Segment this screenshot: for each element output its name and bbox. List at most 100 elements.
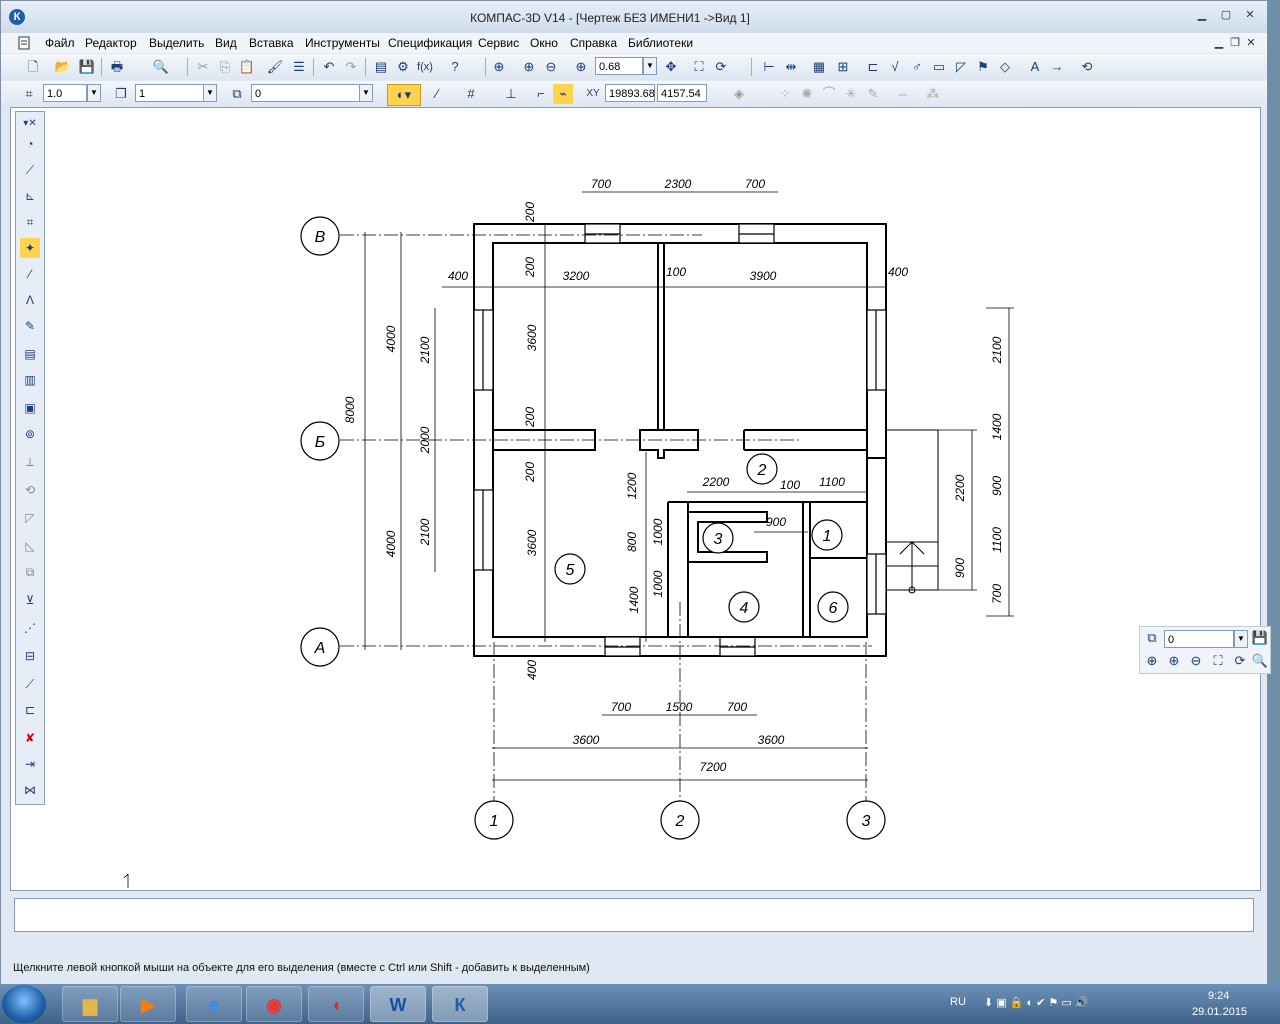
menu-tools[interactable]: Инструменты — [305, 36, 380, 50]
inactive-mirror-icon[interactable]: ⇔ — [893, 84, 913, 104]
grid-icon[interactable]: # — [461, 84, 481, 104]
open-folder-icon[interactable]: 📂 — [53, 57, 73, 77]
property-panel[interactable] — [14, 898, 1254, 932]
local-cs-icon[interactable]: ⊥ — [501, 84, 521, 104]
measure-icon[interactable]: ⁄ — [20, 264, 40, 284]
word-app[interactable]: W — [370, 986, 426, 1022]
refresh-view-icon[interactable]: ⟳ — [711, 57, 731, 77]
parametrization-icon[interactable]: ✦ — [20, 238, 40, 258]
insert-view-icon[interactable]: ⊻ — [20, 590, 40, 610]
doc-minimize-button[interactable]: ▁ — [1211, 36, 1227, 49]
sheet-icon[interactable]: ▥ — [20, 370, 40, 390]
snap-point-icon[interactable]: ⌗ — [19, 84, 39, 104]
text-icon[interactable]: A — [1025, 57, 1045, 77]
zoom-dropdown[interactable]: ▼ — [643, 57, 657, 75]
close-button[interactable]: ✕ — [1239, 7, 1261, 23]
drawing-canvas[interactable]: В Б А 1 2 3 1 2 3 4 5 6 700 2300 700 400… — [10, 107, 1271, 891]
layer-dropdown[interactable]: ▼ — [359, 84, 373, 102]
line-style-input[interactable]: 1.0 — [43, 84, 87, 102]
preview-icon[interactable]: 🔍 — [151, 57, 171, 77]
dimensions-icon[interactable]: ⟋ — [20, 160, 40, 180]
ie-app[interactable]: e — [186, 986, 242, 1022]
save-icon[interactable]: 💾 — [77, 57, 97, 77]
line-tool-icon[interactable]: ⋰ — [20, 618, 40, 638]
polyline-icon[interactable]: ⟋ — [20, 674, 40, 694]
edit-icon[interactable]: ⌗ — [20, 212, 40, 232]
app-red[interactable]: ◖ — [308, 986, 364, 1022]
doc-restore-button[interactable]: ❐ — [1227, 36, 1243, 49]
table-icon[interactable]: ▣ — [20, 398, 40, 418]
dimension-tool-icon[interactable]: ⊢ — [759, 57, 779, 77]
grid-table-icon[interactable]: ▦ — [809, 57, 829, 77]
menu-editor[interactable]: Редактор — [85, 36, 137, 50]
hatch-icon[interactable]: ⊟ — [20, 646, 40, 666]
align-icon[interactable]: ⊏ — [863, 57, 883, 77]
variables-icon[interactable]: ⚙ — [393, 57, 413, 77]
pan-icon[interactable]: ✥ — [661, 57, 681, 77]
explorer-app[interactable]: ▆ — [62, 986, 118, 1022]
layers-icon[interactable]: ⧉ — [1142, 628, 1162, 648]
panel-zoom-window-icon[interactable]: ⊕ — [1142, 651, 1162, 671]
ortho-icon[interactable]: ⌐ — [531, 84, 551, 104]
inactive-dots-icon[interactable]: ⁘ — [775, 84, 795, 104]
local-snap-icon[interactable]: ⁄ — [427, 84, 447, 104]
copy-icon[interactable]: ⎘ — [215, 57, 235, 77]
geometry-icon[interactable]: ◔ — [20, 134, 40, 154]
collapse-toolbar-icon[interactable]: ▾✕ — [20, 114, 40, 134]
cut-icon[interactable]: ✂ — [193, 57, 213, 77]
panel-layer-dropdown[interactable]: ▼ — [1234, 630, 1248, 648]
language-indicator[interactable]: RU — [950, 996, 966, 1008]
paste-icon[interactable]: 📋 — [237, 57, 257, 77]
fragment-icon[interactable]: ⊚ — [20, 424, 40, 444]
report-icon[interactable]: ▤ — [20, 344, 40, 364]
fx-icon[interactable]: f(x) — [415, 57, 435, 77]
inactive-sun-icon[interactable]: ✺ — [797, 84, 817, 104]
minimize-button[interactable]: ▁ — [1191, 7, 1213, 23]
layers-icon[interactable]: ⧉ — [227, 84, 247, 104]
undo-icon[interactable]: ↶ — [319, 57, 339, 77]
view-number-input[interactable]: 1 — [135, 84, 205, 102]
select-icon[interactable]: Λ — [20, 290, 40, 310]
section-icon[interactable]: ◸ — [20, 508, 40, 528]
round-icon[interactable]: ⌁ — [553, 84, 573, 104]
zoom-scale-icon[interactable]: ⊕ — [571, 57, 591, 77]
panel-layer-input[interactable]: 0 — [1164, 630, 1234, 648]
menu-insert[interactable]: Вставка — [249, 36, 294, 50]
menu-window[interactable]: Окно — [530, 36, 558, 50]
arrow-icon[interactable]: → — [1047, 57, 1067, 77]
attribute-icon[interactable]: ⟂ — [20, 452, 40, 472]
snap-magnet-icon[interactable]: ◐▾ — [387, 84, 421, 106]
view-icon[interactable]: ❐ — [111, 84, 131, 104]
menu-file[interactable]: Файл — [45, 36, 75, 50]
new-document-icon[interactable]: 🗋 — [23, 57, 43, 77]
doc-close-button[interactable]: ✕ — [1243, 36, 1259, 49]
kompas-app[interactable]: К — [432, 986, 488, 1022]
panel-refresh-icon[interactable]: ⟳ — [1230, 651, 1250, 671]
clock-date[interactable]: 29.01.2015 — [1192, 1006, 1247, 1018]
tray-icons[interactable]: ⬇ ▣ 🔒 ◐ ✔ ⚑ ▭ 🔊 — [984, 996, 1089, 1009]
leader-icon[interactable]: ◸ — [951, 57, 971, 77]
show-all-icon[interactable]: ⛶ — [689, 57, 709, 77]
axis-mark-icon[interactable]: ◇ — [995, 57, 1015, 77]
macro-icon[interactable]: ⊏ — [20, 700, 40, 720]
menu-libraries[interactable]: Библиотеки — [628, 36, 693, 50]
rebuild-icon[interactable]: ⟲ — [1077, 57, 1097, 77]
break-icon[interactable]: ◺ — [20, 536, 40, 556]
spec-icon[interactable]: ✎ — [20, 316, 40, 336]
panel-zoom-in-icon[interactable]: ⊕ — [1164, 651, 1184, 671]
split-icon[interactable]: ⇥ — [20, 754, 40, 774]
delete-icon[interactable]: ✘ — [20, 728, 40, 748]
notation-icon[interactable]: ⊾ — [20, 186, 40, 206]
zoom-input[interactable]: 0.68 — [595, 57, 643, 75]
maximize-button[interactable]: ▢ — [1215, 7, 1237, 23]
tolerance-icon[interactable]: ▭ — [929, 57, 949, 77]
panel-preview-icon[interactable]: 🔍 — [1250, 651, 1270, 671]
roughness-icon[interactable]: √ — [885, 57, 905, 77]
base-icon[interactable]: ♂ — [907, 57, 927, 77]
zoom-out-icon[interactable]: ⊖ — [541, 57, 561, 77]
start-button[interactable] — [2, 985, 46, 1023]
assoc-view-icon[interactable]: ⟲ — [20, 480, 40, 500]
inactive-edit-icon[interactable]: ✎ — [863, 84, 883, 104]
zoom-in-icon[interactable]: ⊕ — [519, 57, 539, 77]
insert-frame-icon[interactable]: ⊞ — [833, 57, 853, 77]
